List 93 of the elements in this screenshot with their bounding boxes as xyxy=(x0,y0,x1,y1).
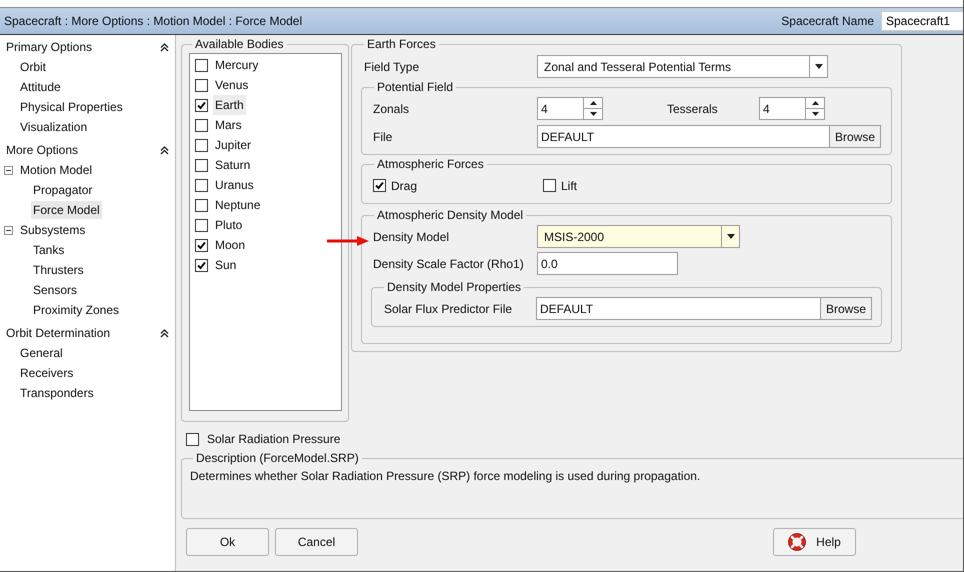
sidebar-item[interactable]: Physical Properties xyxy=(18,98,125,116)
checkbox[interactable] xyxy=(195,258,208,272)
sidebar-item[interactable]: Visualization xyxy=(18,118,90,136)
checkbox[interactable] xyxy=(195,138,208,152)
group-title: Potential Field xyxy=(376,80,454,94)
body-name[interactable]: Sun xyxy=(213,255,238,275)
group-title: Density Model Properties xyxy=(386,280,522,294)
checkbox[interactable] xyxy=(195,218,208,232)
spin-up-button[interactable] xyxy=(584,97,603,109)
sidebar-item[interactable]: General xyxy=(18,344,65,362)
group-title: Description (ForceModel.SRP) xyxy=(195,451,360,465)
checkbox[interactable] xyxy=(195,198,208,212)
dialog-button[interactable]: Cancel xyxy=(275,528,358,556)
body-name[interactable]: Venus xyxy=(213,75,250,95)
sidebar-item[interactable]: Transponders xyxy=(18,384,96,402)
sidebar-item[interactable]: Attitude xyxy=(18,78,63,96)
sidebar-section-title[interactable]: Orbit Determination xyxy=(6,326,160,340)
browse-button[interactable]: Browse xyxy=(820,297,872,320)
checkbox[interactable] xyxy=(195,78,208,92)
number-field[interactable]: 4 xyxy=(537,97,584,120)
help-button[interactable]: Help xyxy=(773,528,856,556)
body-name[interactable]: Earth xyxy=(213,95,246,115)
collapse-icon[interactable] xyxy=(160,42,169,52)
sidebar-item[interactable]: Motion Model xyxy=(18,161,94,179)
checkbox[interactable] xyxy=(195,58,208,72)
collapse-box-icon[interactable] xyxy=(4,226,13,234)
sidebar-item[interactable]: Sensors xyxy=(31,281,80,299)
checkbox-label: Lift xyxy=(561,178,578,192)
checkbox[interactable] xyxy=(186,432,199,446)
checkbox-label: Drag xyxy=(391,178,418,192)
dialog-button[interactable]: Ok xyxy=(186,528,269,556)
spin-up-button[interactable] xyxy=(806,97,825,109)
spin-down-button[interactable] xyxy=(584,109,603,120)
field-label: Solar Flux Predictor File xyxy=(383,302,514,316)
sidebar-item[interactable]: Proximity Zones xyxy=(31,301,122,319)
field-label: Density Scale Factor (Rho1) xyxy=(372,256,525,270)
collapse-icon[interactable] xyxy=(160,146,169,154)
sidebar-item[interactable]: Receivers xyxy=(18,364,76,382)
checkbox-label: Solar Radiation Pressure xyxy=(207,432,340,446)
collapse-box-icon[interactable] xyxy=(4,166,13,174)
file-field[interactable]: DEFAULT xyxy=(537,125,830,148)
arrow-icon xyxy=(327,236,369,246)
body-name[interactable]: Jupiter xyxy=(213,135,254,155)
lifebuoy-icon xyxy=(788,533,806,551)
body-name[interactable]: Neptune xyxy=(213,195,262,215)
spacecraft-name-field[interactable]: Spacecraft1 xyxy=(881,11,963,31)
body-name[interactable]: Saturn xyxy=(213,155,252,175)
up-triangle-icon xyxy=(590,101,596,105)
body-name[interactable]: Moon xyxy=(213,235,248,255)
description-text: Determines whether Solar Radiation Pressure (SRP) force modeling is used during propagation. xyxy=(190,469,702,483)
checkbox[interactable] xyxy=(195,158,208,172)
body-name[interactable]: Mercury xyxy=(213,55,260,75)
body-name[interactable]: Pluto xyxy=(213,215,244,235)
sidebar-item[interactable]: Force Model xyxy=(31,201,102,219)
number-field[interactable]: 4 xyxy=(759,97,806,120)
group-title: Atmospheric Density Model xyxy=(376,208,524,222)
group-title: Available Bodies xyxy=(194,37,285,51)
checkbox[interactable] xyxy=(195,178,208,192)
sidebar-item[interactable]: Thrusters xyxy=(31,261,86,279)
sidebar-section-title[interactable]: Primary Options xyxy=(6,40,160,54)
field-label: Tesserals xyxy=(666,102,719,116)
sidebar-item[interactable]: Orbit xyxy=(18,58,48,76)
dropdown[interactable]: Zonal and Tesseral Potential Terms xyxy=(537,55,828,78)
browse-button[interactable]: Browse xyxy=(830,125,882,148)
number-field[interactable]: 0.0 xyxy=(537,252,678,275)
checkbox[interactable] xyxy=(543,179,556,192)
field-label: Density Model xyxy=(372,230,450,244)
checkbox[interactable] xyxy=(195,118,208,132)
sidebar-item[interactable]: Subsystems xyxy=(18,221,88,239)
up-triangle-icon xyxy=(812,101,818,105)
down-triangle-icon xyxy=(590,112,596,116)
file-field[interactable]: DEFAULT xyxy=(536,297,821,320)
checkbox[interactable] xyxy=(373,179,386,192)
sidebar-section-title[interactable]: More Options xyxy=(6,143,160,157)
dropdown[interactable]: MSIS-2000 xyxy=(537,225,740,248)
field-label: Zonals xyxy=(372,102,410,116)
body-name[interactable]: Uranus xyxy=(213,175,256,195)
spacecraft-name-label: Spacecraft Name xyxy=(781,14,874,28)
checkbox[interactable] xyxy=(195,238,208,252)
sidebar-item[interactable]: Tanks xyxy=(31,241,66,259)
field-label: Field Type xyxy=(363,60,420,74)
collapse-icon[interactable] xyxy=(160,328,169,338)
window-title: Spacecraft : More Options : Motion Model : Force Model xyxy=(4,14,302,28)
body-name[interactable]: Mars xyxy=(213,115,244,135)
caret-icon xyxy=(726,234,734,239)
group-title: Atmospheric Forces xyxy=(376,157,485,171)
checkbox[interactable] xyxy=(195,98,208,112)
spin-down-button[interactable] xyxy=(806,109,825,120)
field-label: File xyxy=(372,130,394,144)
sidebar-item[interactable]: Propagator xyxy=(31,181,94,199)
caret-icon xyxy=(814,64,822,69)
down-triangle-icon xyxy=(812,112,818,116)
group-title: Earth Forces xyxy=(366,37,437,51)
